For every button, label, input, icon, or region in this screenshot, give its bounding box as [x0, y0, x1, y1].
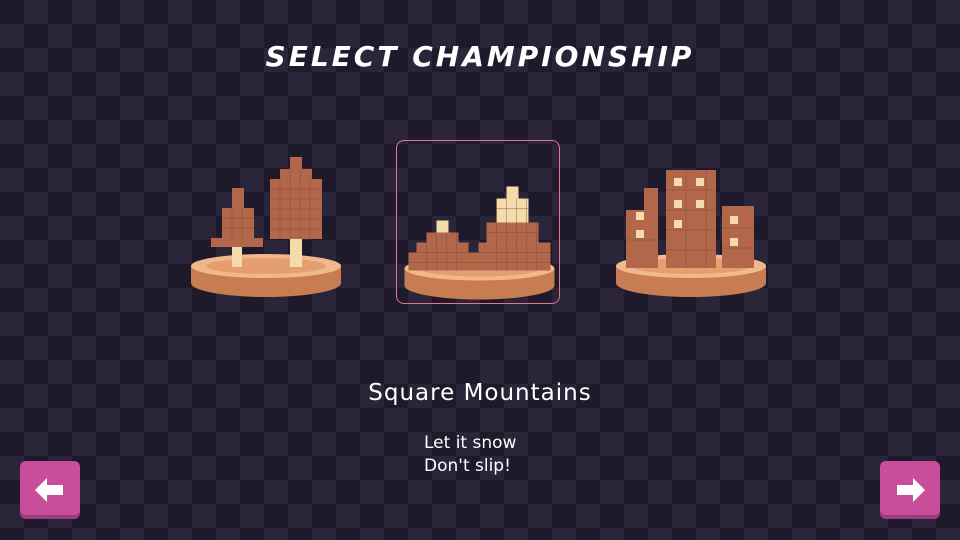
championship-name: Square Mountains: [368, 380, 592, 406]
pixel-mountains-island-icon: [404, 186, 555, 300]
pixel-city-island-icon: [616, 170, 766, 297]
arrow-right-icon: [897, 478, 925, 502]
championship-card-mountains[interactable]: [396, 140, 560, 304]
pixel-trees-island-icon: [191, 157, 341, 297]
page-title: SELECT CHAMPIONSHIP: [265, 40, 695, 73]
next-button[interactable]: [880, 461, 940, 519]
description-line: Let it snow: [424, 433, 517, 453]
championship-card-forest[interactable]: [186, 140, 350, 304]
previous-button[interactable]: [20, 461, 80, 519]
description-line: Don't slip!: [424, 456, 511, 476]
arrow-left-icon: [35, 478, 63, 502]
championship-card-city[interactable]: [610, 140, 774, 304]
championship-description: Let it snow Don't slip!: [424, 432, 516, 478]
